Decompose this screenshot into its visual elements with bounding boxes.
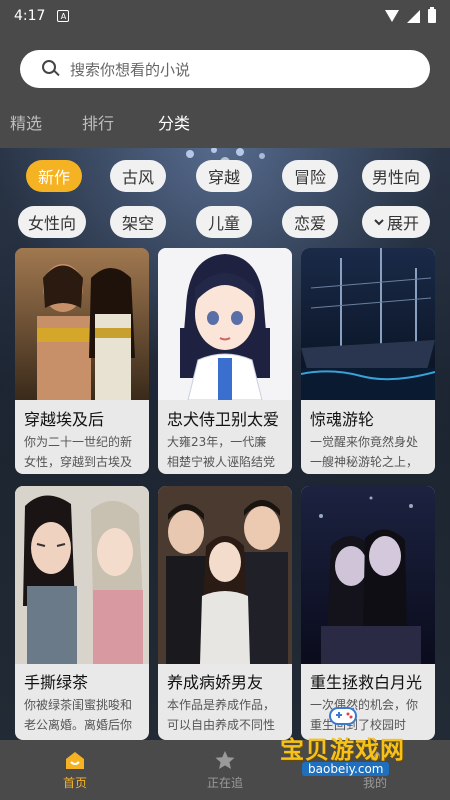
- chip-fictional[interactable]: 架空: [110, 206, 166, 238]
- book-title: 忠犬侍卫别太爱: [167, 410, 280, 429]
- star-icon: [215, 750, 235, 769]
- book-desc-line-1: 你为二十一世纪的新: [24, 435, 133, 449]
- book-description: 你被绿茶闺蜜挑唆和 老公离婚。离婚后你: [24, 695, 146, 735]
- book-card[interactable]: 手撕绿茶 你被绿茶闺蜜挑唆和 老公离婚。离婚后你: [15, 486, 149, 740]
- book-desc-line-1: 一觉醒来你竟然身处: [310, 435, 419, 449]
- book-cover: [15, 248, 149, 400]
- chip-children[interactable]: 儿童: [196, 206, 252, 238]
- search-placeholder: 搜索你想看的小说: [70, 60, 191, 79]
- tab-category-label: 分类: [158, 114, 191, 133]
- watermark-brand: 宝贝游戏网: [280, 736, 405, 764]
- chip-female[interactable]: 女性向: [18, 206, 86, 238]
- chip-male-label: 男性向: [371, 168, 420, 187]
- book-card[interactable]: 惊魂游轮 一觉醒来你竟然身处 一艘神秘游轮之上，: [301, 248, 435, 474]
- book-card[interactable]: 忠犬侍卫别太爱 大雍23年，一代廉 相楚宁被人诬陷结党: [158, 248, 292, 474]
- status-time: 4:17: [14, 8, 46, 24]
- chip-fictional-label: 架空: [121, 214, 154, 233]
- book-description: 你为二十一世纪的新 女性，穿越到古埃及: [24, 432, 146, 472]
- top-tabs: 精选 排行 分类: [10, 108, 199, 134]
- chip-female-label: 女性向: [27, 214, 76, 233]
- book-title: 重生拯救白月光: [310, 673, 423, 692]
- tab-ranking[interactable]: 排行: [82, 110, 114, 134]
- home-icon: [66, 751, 84, 769]
- book-desc-line-1: 你被绿茶闺蜜挑唆和: [24, 698, 133, 712]
- chip-male[interactable]: 男性向: [362, 160, 430, 192]
- chip-romance[interactable]: 恋爱: [282, 206, 338, 238]
- header: 搜索你想看的小说 精选 排行 分类: [0, 32, 450, 148]
- book-title: 养成病娇男友: [167, 673, 264, 692]
- tab-featured[interactable]: 精选: [10, 110, 42, 134]
- search-icon: [42, 60, 60, 78]
- signal-icon: [407, 9, 420, 23]
- book-desc-line-2: 女性，穿越到古埃及: [24, 455, 133, 469]
- chip-time-travel[interactable]: 穿越: [196, 160, 252, 192]
- book-card[interactable]: 穿越埃及后 你为二十一世纪的新 女性，穿越到古埃及: [15, 248, 149, 474]
- chip-adventure-label: 冒险: [293, 168, 326, 187]
- book-title: 手撕绿茶: [24, 673, 89, 692]
- book-desc-line-2: 一艘神秘游轮之上，: [310, 455, 419, 469]
- chip-new[interactable]: 新作: [26, 160, 82, 192]
- nav-home-label: 首页: [62, 775, 87, 790]
- book-description: 一觉醒来你竟然身处 一艘神秘游轮之上，: [310, 432, 432, 472]
- category-content: 新作 古风 穿越 冒险 男性向 女性向 架空 儿童 恋爱 展开 穿越埃及后 你为…: [0, 148, 450, 740]
- book-description: 大雍23年，一代廉 相楚宁被人诬陷结党: [167, 432, 289, 472]
- book-cover: [158, 486, 292, 664]
- status-icons: [385, 7, 436, 23]
- book-cover: [301, 486, 435, 664]
- book-cover: [301, 248, 435, 400]
- chip-romance-label: 恋爱: [293, 214, 326, 233]
- wifi-icon: [385, 10, 399, 22]
- book-description: 本作品是养成作品， 可以自由养成不同性: [167, 695, 289, 735]
- book-title: 穿越埃及后: [24, 410, 105, 429]
- watermark: 宝贝游戏网 baobeiy.com: [272, 700, 442, 790]
- watermark-url: baobeiy.com: [302, 762, 390, 776]
- chip-expand-label: 展开: [386, 214, 419, 233]
- book-cover: [15, 486, 149, 664]
- book-desc-line-2: 相楚宁被人诬陷结党: [167, 455, 276, 469]
- chip-expand[interactable]: 展开: [362, 206, 430, 238]
- book-desc-line-2: 可以自由养成不同性: [167, 718, 276, 732]
- book-desc-line-1: 本作品是养成作品，: [167, 698, 276, 712]
- chip-ancient-label: 古风: [121, 168, 154, 187]
- tab-category[interactable]: 分类: [150, 108, 199, 134]
- status-bar: 4:17 A: [0, 0, 450, 32]
- chip-new-label: 新作: [37, 168, 70, 187]
- book-desc-line-2: 老公离婚。离婚后你: [24, 718, 133, 732]
- book-desc-line-1: 大雍23年，一代廉: [167, 435, 267, 449]
- book-cover: [158, 248, 292, 400]
- book-title: 惊魂游轮: [310, 410, 375, 429]
- chip-adventure[interactable]: 冒险: [282, 160, 338, 192]
- chip-time-travel-label: 穿越: [207, 168, 240, 187]
- notification-a-icon: A: [57, 10, 70, 22]
- chip-children-label: 儿童: [207, 214, 240, 233]
- chevron-down-icon: [374, 219, 384, 226]
- search-bar[interactable]: 搜索你想看的小说: [20, 50, 430, 88]
- nav-following-label: 正在追: [206, 775, 243, 790]
- gamepad-icon: [329, 707, 357, 725]
- chip-ancient[interactable]: 古风: [110, 160, 166, 192]
- battery-icon: [428, 7, 436, 23]
- nav-home[interactable]: 首页: [0, 740, 150, 800]
